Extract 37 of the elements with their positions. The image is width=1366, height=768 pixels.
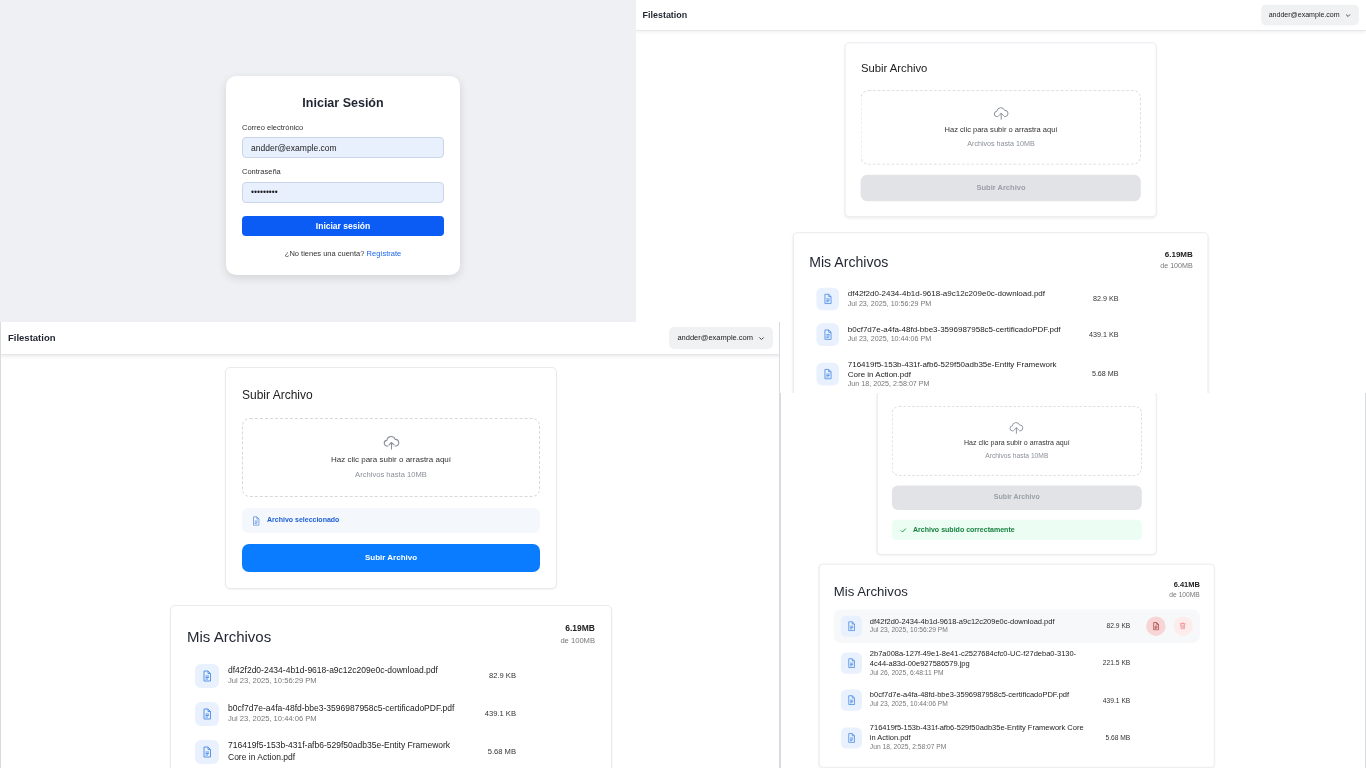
card-title: Mis Archivos [187,627,272,647]
upload-button[interactable]: Subir Archivo [242,544,540,572]
card-title: Subir Archivo [242,387,314,404]
document-icon [822,368,834,380]
card-title: Mis Archivos [809,252,889,272]
document-icon [846,732,857,743]
input-field[interactable]: andder@example.com [242,137,444,159]
document-icon [201,669,213,682]
login-button[interactable]: Iniciar sesión [242,216,444,237]
document-icon [846,620,857,632]
file-name: df42f2d0-2434-4b1d-9618-a9c12c209e0c-download.pdf [228,664,439,676]
brand-title: Filestation [8,330,56,345]
check-icon [899,526,907,534]
document-icon [201,707,213,720]
trash-icon [1179,621,1188,630]
document-icon [846,657,857,669]
document-icon [1151,621,1161,631]
input-field[interactable]: ••••••••• [242,181,444,203]
file-action-button[interactable] [1146,616,1166,636]
login-title: Iniciar Sesión [301,95,385,112]
document-icon [251,515,261,526]
storage-used: 6.19MB [564,622,595,635]
drop-text: Haz clic para subir o arrastra aquí [330,454,452,467]
card-title: Mis Archivos [833,582,908,601]
card-title: Subir Archivo [860,61,929,78]
cloud-upload-icon [382,434,400,452]
brand-title: Filestation [642,8,688,22]
cloud-upload-icon [993,105,1009,122]
chevron-down-icon [1344,11,1351,19]
document-icon [201,745,213,758]
file-name: 716419f5-153b-431f-afb6-529f50adb35e-Entity Framework Core in Action.pdf [228,740,452,763]
document-icon [822,328,834,340]
cloud-upload-icon [1009,420,1025,436]
document-icon [822,292,834,305]
chevron-down-icon [758,334,765,342]
document-icon [846,695,857,706]
file-name: b0cf7d7e-a4fa-48fd-bbe3-3596987958c5-certificadoPDF.pdf [228,702,456,714]
